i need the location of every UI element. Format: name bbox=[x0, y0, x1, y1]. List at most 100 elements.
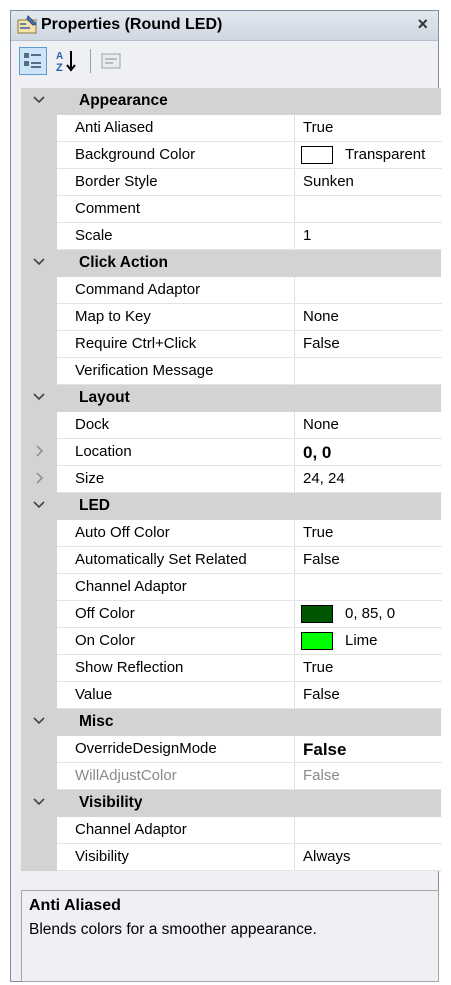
property-name[interactable]: WillAdjustColor bbox=[57, 763, 293, 790]
property-name[interactable]: Border Style bbox=[57, 169, 293, 196]
property-name-text: OverrideDesignMode bbox=[75, 740, 217, 757]
property-row[interactable]: Show Reflection True bbox=[21, 655, 442, 682]
property-row[interactable]: Map to Key None bbox=[21, 304, 442, 331]
property-value[interactable] bbox=[294, 196, 442, 223]
property-name[interactable]: OverrideDesignMode bbox=[57, 736, 293, 763]
property-value[interactable]: False bbox=[294, 763, 442, 790]
property-value[interactable]: False bbox=[294, 547, 442, 574]
property-value[interactable]: Always bbox=[294, 844, 442, 871]
row-gutter bbox=[21, 196, 57, 223]
property-value[interactable] bbox=[294, 817, 442, 844]
property-value[interactable]: False bbox=[294, 331, 442, 358]
property-value[interactable]: 1 bbox=[294, 223, 442, 250]
chevron-down-icon[interactable] bbox=[32, 498, 46, 512]
category-led[interactable]: LED bbox=[21, 493, 441, 520]
property-value[interactable] bbox=[294, 574, 442, 601]
property-name[interactable]: Off Color bbox=[57, 601, 293, 628]
property-name[interactable]: Value bbox=[57, 682, 293, 709]
property-value[interactable]: None bbox=[294, 412, 442, 439]
row-gutter bbox=[21, 223, 57, 250]
property-row[interactable]: WillAdjustColor False bbox=[21, 763, 442, 790]
title-bar[interactable]: Properties (Round LED) × bbox=[11, 11, 438, 41]
property-value[interactable]: False bbox=[294, 682, 442, 709]
property-name[interactable]: Show Reflection bbox=[57, 655, 293, 682]
property-name[interactable]: Auto Off Color bbox=[57, 520, 293, 547]
property-row[interactable]: On Color Lime bbox=[21, 628, 442, 655]
property-value[interactable]: True bbox=[294, 115, 442, 142]
property-row[interactable]: Visibility Always bbox=[21, 844, 442, 871]
property-name[interactable]: Verification Message bbox=[57, 358, 293, 385]
chevron-down-icon[interactable] bbox=[32, 714, 46, 728]
property-value[interactable]: False bbox=[294, 736, 442, 763]
property-row[interactable]: Border Style Sunken bbox=[21, 169, 442, 196]
property-name[interactable]: Require Ctrl+Click bbox=[57, 331, 293, 358]
property-value[interactable]: Sunken bbox=[294, 169, 442, 196]
property-value[interactable]: 0, 0 bbox=[294, 439, 442, 466]
chevron-right-icon[interactable] bbox=[32, 471, 46, 485]
property-value[interactable]: True bbox=[294, 520, 442, 547]
chevron-down-icon[interactable] bbox=[32, 255, 46, 269]
property-name[interactable]: Command Adaptor bbox=[57, 277, 293, 304]
property-value[interactable] bbox=[294, 358, 442, 385]
property-name[interactable]: Channel Adaptor bbox=[57, 817, 293, 844]
property-value-text: False bbox=[303, 767, 340, 784]
alphabetical-button[interactable]: A Z bbox=[53, 47, 81, 75]
property-value[interactable]: Lime bbox=[294, 628, 442, 655]
property-value[interactable] bbox=[294, 277, 442, 304]
property-row[interactable]: Require Ctrl+Click False bbox=[21, 331, 442, 358]
property-row[interactable]: Size 24, 24 bbox=[21, 466, 442, 493]
property-name[interactable]: Size bbox=[57, 466, 293, 493]
row-gutter bbox=[21, 628, 57, 655]
property-value[interactable]: Transparent bbox=[294, 142, 442, 169]
property-name[interactable]: Location bbox=[57, 439, 293, 466]
property-row[interactable]: Location 0, 0 bbox=[21, 439, 442, 466]
categorized-button[interactable] bbox=[19, 47, 47, 75]
property-name[interactable]: Comment bbox=[57, 196, 293, 223]
property-row[interactable]: Auto Off Color True bbox=[21, 520, 442, 547]
property-name[interactable]: Scale bbox=[57, 223, 293, 250]
property-value-text: True bbox=[303, 524, 334, 541]
property-row[interactable]: Comment bbox=[21, 196, 442, 223]
chevron-right-icon[interactable] bbox=[32, 444, 46, 458]
property-name[interactable]: Channel Adaptor bbox=[57, 574, 293, 601]
property-value[interactable]: 24, 24 bbox=[294, 466, 442, 493]
property-name[interactable]: On Color bbox=[57, 628, 293, 655]
close-icon[interactable]: × bbox=[417, 14, 428, 35]
property-row[interactable]: Channel Adaptor bbox=[21, 817, 442, 844]
property-row[interactable]: Off Color 0, 85, 0 bbox=[21, 601, 442, 628]
property-name[interactable]: Automatically Set Related bbox=[57, 547, 293, 574]
property-name-text: Channel Adaptor bbox=[75, 821, 187, 838]
property-value-text: True bbox=[303, 659, 334, 676]
category-visibility[interactable]: Visibility bbox=[21, 790, 441, 817]
chevron-down-icon[interactable] bbox=[32, 795, 46, 809]
property-name[interactable]: Background Color bbox=[57, 142, 293, 169]
category-misc[interactable]: Misc bbox=[21, 709, 441, 736]
chevron-down-icon[interactable] bbox=[32, 390, 46, 404]
property-name[interactable]: Anti Aliased bbox=[57, 115, 293, 142]
property-row[interactable]: Verification Message bbox=[21, 358, 442, 385]
category-appearance[interactable]: Appearance bbox=[21, 88, 441, 115]
property-value[interactable]: True bbox=[294, 655, 442, 682]
property-row[interactable]: Anti Aliased True bbox=[21, 115, 442, 142]
property-row[interactable]: Channel Adaptor bbox=[21, 574, 442, 601]
property-name[interactable]: Visibility bbox=[57, 844, 293, 871]
property-name[interactable]: Map to Key bbox=[57, 304, 293, 331]
row-gutter bbox=[21, 439, 57, 466]
property-row[interactable]: Scale 1 bbox=[21, 223, 442, 250]
property-value-text: 0, 85, 0 bbox=[345, 605, 396, 622]
category-click-action[interactable]: Click Action bbox=[21, 250, 441, 277]
property-row[interactable]: Background Color Transparent bbox=[21, 142, 442, 169]
property-row[interactable]: OverrideDesignMode False bbox=[21, 736, 442, 763]
property-row[interactable]: Command Adaptor bbox=[21, 277, 442, 304]
property-row[interactable]: Automatically Set Related False bbox=[21, 547, 442, 574]
category-gutter bbox=[21, 790, 57, 817]
category-layout[interactable]: Layout bbox=[21, 385, 441, 412]
property-pages-button[interactable] bbox=[97, 47, 125, 75]
property-value[interactable]: None bbox=[294, 304, 442, 331]
row-gutter bbox=[21, 331, 57, 358]
property-row[interactable]: Dock None bbox=[21, 412, 442, 439]
property-row[interactable]: Value False bbox=[21, 682, 442, 709]
property-name[interactable]: Dock bbox=[57, 412, 293, 439]
property-value[interactable]: 0, 85, 0 bbox=[294, 601, 442, 628]
chevron-down-icon[interactable] bbox=[32, 93, 46, 107]
